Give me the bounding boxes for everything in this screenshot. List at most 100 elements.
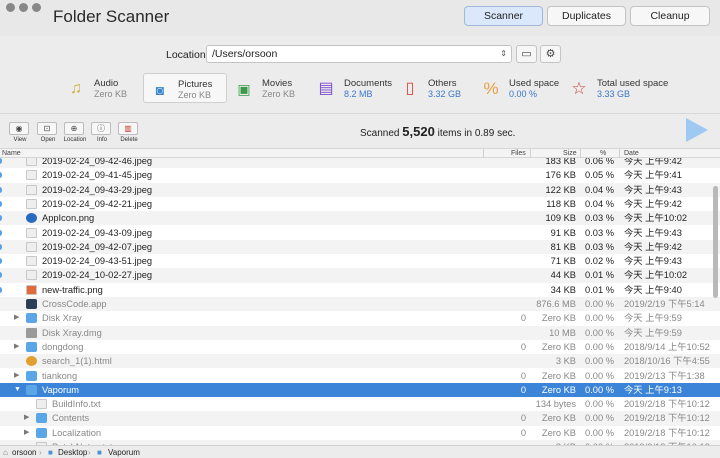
file-name: dongdong: [42, 341, 84, 352]
scanner-tab-button[interactable]: Scanner: [464, 6, 543, 26]
file-name: BuildInfo.txt: [52, 399, 101, 410]
file-size: 183 KB: [545, 158, 577, 166]
close-window-icon[interactable]: [6, 3, 15, 12]
file-date: 2019/2/19 下午5:14: [624, 299, 705, 309]
tool-label: Location: [63, 137, 87, 143]
minimize-window-icon[interactable]: [19, 3, 28, 12]
vertical-scrollbar[interactable]: [713, 186, 718, 298]
doc-file-icon: [26, 227, 37, 238]
table-row[interactable]: 2019-02-24_09-43-09.jpeg 91 KB 0.03 % 今天 上午…: [0, 226, 720, 240]
table-row[interactable]: ▼ Vaporum 0 Zero KB 0.00 % 今天 上午9:13: [0, 382, 720, 398]
table-row[interactable]: Disk Xray.dmg 10 MB 0.00 % 今天 上午9:59: [0, 325, 720, 340]
start-scan-play-icon[interactable]: [686, 118, 708, 142]
file-percent: 0.00 %: [585, 427, 614, 438]
percent-column-header[interactable]: %: [600, 150, 606, 157]
file-date: 今天 上午9:43: [624, 256, 682, 267]
location-button[interactable]: ⊕ Location: [64, 122, 86, 143]
column-header: Name Files Size % Date: [0, 148, 720, 158]
status-dot: [0, 172, 2, 179]
file-percent: 0.05 %: [585, 170, 614, 181]
table-row[interactable]: 2019-02-24_09-43-51.jpeg 71 KB 0.02 % 今天 上午…: [0, 254, 720, 268]
table-row[interactable]: 2019-02-24_09-41-45.jpeg 176 KB 0.05 % 今天 上…: [0, 168, 720, 182]
file-date: 2018/10/16 下午4:55: [624, 356, 710, 367]
category-movies[interactable]: ▣ Movies Zero KB: [228, 73, 308, 103]
disclosure-closed-icon[interactable]: ▶: [14, 369, 19, 383]
file-date: 今天 上午9:41: [624, 170, 682, 181]
file-count: 0: [520, 413, 526, 424]
table-row[interactable]: search_1(1).html 3 KB 0.00 % 2018/10/16 下午4…: [0, 354, 720, 369]
file-percent: 0.01 %: [585, 284, 614, 295]
disclosure-closed-icon[interactable]: ▶: [14, 340, 19, 354]
path-item[interactable]: Vaporum: [108, 448, 140, 457]
category-total-used-space[interactable]: ☆ Total used space 3.33 GB: [563, 73, 673, 103]
table-row[interactable]: ▶ dongdong 0 Zero KB 0.00 % 2018/9/14 上午10:52: [0, 340, 720, 354]
file-size: 876.6 MB: [536, 299, 576, 309]
settings-button[interactable]: ⚙: [540, 45, 561, 63]
location-popup[interactable]: /Users/orsoon ⇕: [206, 45, 512, 63]
file-date: 今天 上午10:02: [624, 270, 688, 281]
category-size: 8.2 MB: [344, 89, 373, 99]
view-button[interactable]: ◉ View: [9, 122, 31, 143]
file-percent: 0.03 %: [585, 241, 614, 252]
file-size: Zero KB: [541, 384, 576, 395]
tool-label: Delete: [120, 137, 138, 143]
category-others[interactable]: ▯ Others 3.32 GB: [394, 73, 474, 103]
table-row[interactable]: CrossCode.app 876.6 MB 0.00 % 2019/2/19 下午5…: [0, 297, 720, 312]
choose-folder-button[interactable]: ▭: [516, 45, 537, 63]
doc-file-icon: [26, 198, 37, 209]
info-button[interactable]: ⓘ Info: [91, 122, 113, 143]
doc-file-icon: [36, 399, 47, 410]
folder-icon: ■: [48, 448, 53, 457]
file-name: Disk Xray.dmg: [42, 327, 102, 338]
table-row[interactable]: 2019-02-24_10-02-27.jpeg 44 KB 0.01 % 今天 上午…: [0, 268, 720, 283]
table-row[interactable]: BuildInfo.txt 134 bytes 0.00 % 2019/2/18 下午…: [0, 397, 720, 411]
category-audio[interactable]: ♫ Audio Zero KB: [60, 73, 140, 103]
file-name: new-traffic.png: [42, 284, 103, 295]
file-date: 2018/9/14 上午10:52: [624, 341, 710, 352]
path-item[interactable]: Desktop: [58, 448, 87, 457]
category-pictures[interactable]: ◙ Pictures Zero KB: [143, 73, 227, 103]
table-row[interactable]: 2019-02-24_09-42-46.jpeg 183 KB 0.06 % 今天 上…: [0, 158, 720, 169]
name-column-header[interactable]: Name: [2, 150, 21, 157]
path-item[interactable]: orsoon: [12, 448, 36, 457]
file-date: 2019/2/13 下午1:38: [624, 370, 705, 381]
delete-button[interactable]: ▥ Delete: [118, 122, 140, 143]
category-label: Audio: [94, 78, 119, 89]
table-row[interactable]: ▶ Localization 0 Zero KB 0.00 % 2019/2/18 下午1…: [0, 426, 720, 440]
table-row[interactable]: 2019-02-24_09-42-21.jpeg 118 KB 0.04 % 今天 上…: [0, 197, 720, 211]
date-column-header[interactable]: Date: [624, 150, 639, 157]
duplicates-tab-button[interactable]: Duplicates: [547, 6, 626, 26]
file-date: 2019/2/18 下午10:12: [624, 399, 710, 410]
tool-label: Open: [40, 137, 56, 143]
category-documents[interactable]: ▤ Documents 8.2 MB: [310, 73, 394, 103]
cleanup-tab-button[interactable]: Cleanup: [630, 6, 710, 26]
file-size: 71 KB: [550, 256, 576, 267]
star-icon: ☆: [571, 79, 587, 98]
files-column-header[interactable]: Files: [511, 150, 526, 157]
file-percent: 0.00 %: [585, 370, 614, 381]
open-button[interactable]: ⊡ Open: [37, 122, 59, 143]
file-name: search_1(1).html: [42, 356, 112, 367]
file-date: 今天 上午9:43: [624, 227, 682, 238]
table-row[interactable]: 2019-02-24_09-42-07.jpeg 81 KB 0.03 % 今天 上午…: [0, 239, 720, 255]
category-used-space[interactable]: % Used space 0.00 %: [475, 73, 559, 103]
size-column-header[interactable]: Size: [563, 150, 577, 157]
file-date: 今天 上午9:42: [624, 241, 682, 252]
disclosure-open-icon[interactable]: ▼: [14, 383, 21, 397]
tool-label: View: [13, 137, 27, 143]
file-date: 2019/2/18 下午10:12: [624, 427, 710, 438]
file-date: 今天 上午9:40: [624, 284, 682, 295]
disclosure-closed-icon[interactable]: ▶: [24, 411, 29, 425]
table-row[interactable]: AppIcon.png 109 KB 0.03 % 今天 上午10:02: [0, 211, 720, 226]
file-size: 81 KB: [550, 241, 576, 252]
table-row[interactable]: ▶ Disk Xray 0 Zero KB 0.00 % 今天 上午9:59: [0, 311, 720, 325]
file-size: Zero KB: [541, 313, 576, 324]
table-row[interactable]: new-traffic.png 34 KB 0.01 % 今天 上午9:40: [0, 283, 720, 297]
table-row[interactable]: ▶ Contents 0 Zero KB 0.00 % 2019/2/18 下午10:12: [0, 411, 720, 426]
file-list[interactable]: 2019-02-24_09-42-46.jpeg 183 KB 0.06 % 今天 上…: [0, 158, 720, 445]
table-row[interactable]: 2019-02-24_09-43-29.jpeg 122 KB 0.04 % 今天 上…: [0, 182, 720, 197]
disclosure-closed-icon[interactable]: ▶: [24, 426, 29, 440]
zoom-window-icon[interactable]: [32, 3, 41, 12]
table-row[interactable]: ▶ tiankong 0 Zero KB 0.00 % 2019/2/13 下午1:38: [0, 369, 720, 383]
disclosure-closed-icon[interactable]: ▶: [14, 311, 19, 325]
